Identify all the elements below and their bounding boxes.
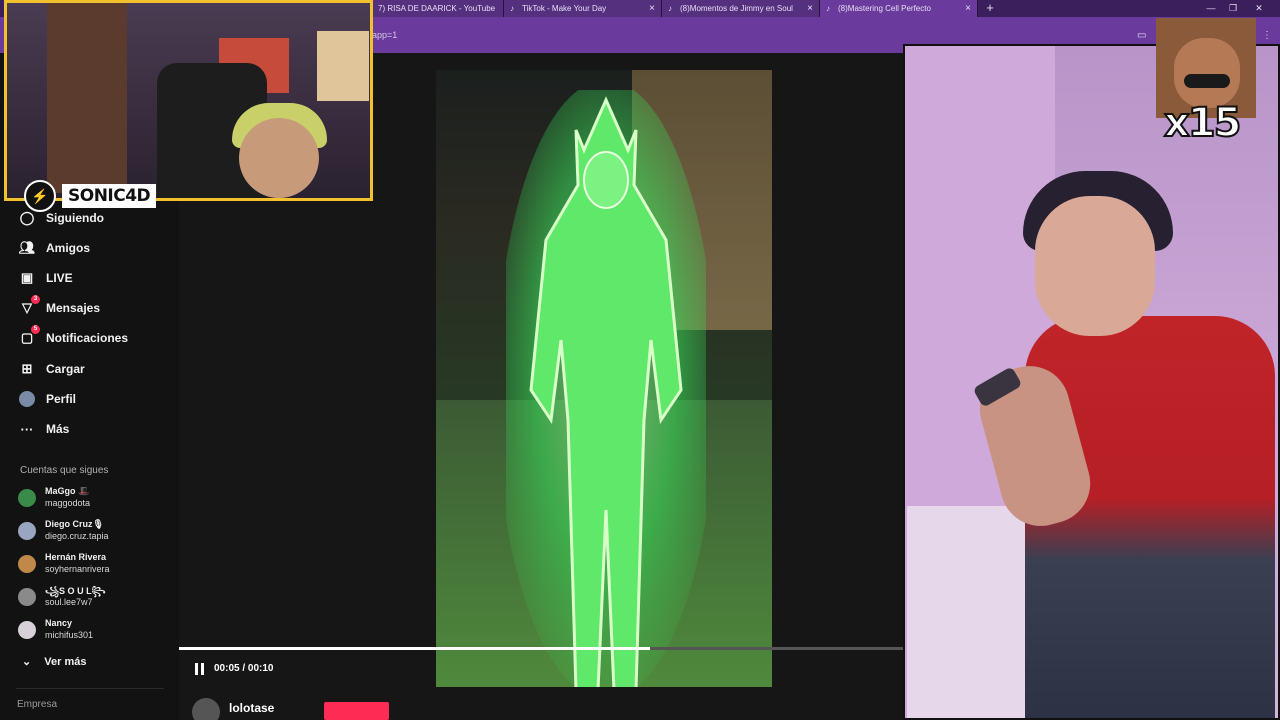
cast-icon[interactable]: ▭: [1137, 30, 1146, 41]
account-name: MaGgo 🎩: [45, 486, 90, 496]
following-section-title: Cuentas que sigues: [20, 465, 109, 476]
tiktok-icon: ♪: [668, 4, 672, 13]
webcam-overlay: [4, 0, 373, 201]
sidebar-item-label: Más: [46, 422, 70, 436]
cam-poster: [317, 31, 369, 101]
messages-icon: ▽ 3: [18, 295, 40, 317]
streamer-name: SONIC4D: [62, 184, 157, 208]
account-handle: soyhernanrivera: [45, 564, 110, 574]
account-handle: maggodota: [45, 498, 91, 508]
tab-tiktok[interactable]: ♪ TikTok - Make Your Day ×: [504, 0, 662, 17]
tab-momentos[interactable]: ♪ (8)Momentos de Jimmy en Soul ×: [662, 0, 820, 17]
see-more-label: Ver más: [44, 656, 87, 668]
sidebar-item-label: LIVE: [46, 271, 73, 285]
reaction-person-head: [1035, 196, 1155, 336]
pause-icon[interactable]: [193, 662, 207, 676]
sidebar-item-more[interactable]: ··· Más: [18, 419, 70, 439]
lightning-logo-icon: ⚡: [24, 180, 56, 212]
reaction-shelf: [907, 506, 1037, 718]
following-account[interactable]: MaGgo 🎩 maggodota: [18, 486, 168, 514]
restore-icon[interactable]: ❐: [1222, 0, 1244, 17]
tab-youtube[interactable]: 7) RISA DE DAARICK - YouTube: [372, 0, 504, 17]
sidebar-item-label: Cargar: [46, 362, 85, 376]
close-window-icon[interactable]: ✕: [1248, 0, 1270, 17]
tab-title: TikTok - Make Your Day: [522, 4, 607, 13]
account-name: Hernán Rivera: [45, 552, 107, 562]
tiktok-icon: ♪: [826, 4, 830, 13]
sidebar-item-friends[interactable]: 👥︎ Amigos: [18, 238, 90, 258]
progress-fill: [179, 647, 650, 650]
company-link[interactable]: Empresa: [17, 699, 57, 710]
streamer-brand: ⚡ SONIC4D: [24, 180, 157, 212]
video-player[interactable]: [436, 70, 772, 687]
following-account[interactable]: Diego Cruz🎙 diego.cruz.tapia: [18, 519, 168, 547]
sidebar-item-label: Perfil: [46, 392, 77, 406]
see-more-button[interactable]: ⌄ Ver más: [22, 655, 86, 668]
sidebar-item-upload[interactable]: ⊞ Cargar: [18, 359, 85, 379]
notifications-badge: 5: [31, 325, 40, 334]
account-handle: michifus301: [45, 630, 94, 640]
meme-face: [1174, 38, 1240, 108]
glowing-figure-image: [506, 90, 706, 687]
following-account[interactable]: Nancy michifus301: [18, 618, 168, 646]
menu-kebab-icon[interactable]: ⋮: [1262, 30, 1272, 41]
close-tab-icon[interactable]: ×: [649, 0, 655, 17]
avatar: [18, 489, 36, 507]
live-icon: ▣: [20, 270, 34, 285]
sidebar-item-label: Siguiendo: [46, 211, 104, 225]
avatar: [18, 522, 36, 540]
cam-face: [239, 118, 319, 198]
chevron-down-icon: ⌄: [22, 656, 32, 668]
sidebar-item-notifications[interactable]: ▢ 5 Notificaciones: [18, 325, 129, 348]
sidebar-item-label: Amigos: [46, 241, 91, 255]
author-avatar[interactable]: [192, 698, 220, 720]
following-account[interactable]: ꧁S O U L꧂ soul.lee7w7: [18, 585, 168, 613]
friends-icon: 👥︎: [18, 240, 36, 255]
meme-mustache: [1184, 74, 1230, 88]
sidebar-item-messages[interactable]: ▽ 3 Mensajes: [18, 295, 101, 318]
author-name[interactable]: lolotase: [229, 701, 274, 715]
multiplier-label: x15: [1163, 99, 1242, 147]
tab-title: (8)Mastering Cell Perfecto: [838, 4, 931, 13]
avatar: [18, 588, 36, 606]
new-tab-button[interactable]: +: [983, 0, 997, 17]
messages-badge: 3: [31, 295, 40, 304]
sidebar-item-label: Mensajes: [46, 301, 101, 315]
close-tab-icon[interactable]: ×: [965, 0, 971, 17]
account-name: Diego Cruz🎙: [45, 519, 104, 529]
avatar: [18, 555, 36, 573]
account-handle: diego.cruz.tapia: [45, 531, 109, 541]
account-handle: soul.lee7w7: [45, 597, 93, 607]
tab-title: 7) RISA DE DAARICK - YouTube: [378, 4, 496, 13]
sidebar-divider: [16, 688, 164, 689]
minimize-icon[interactable]: —: [1200, 0, 1222, 17]
sidebar-item-label: Notificaciones: [46, 331, 129, 345]
sidebar-item-live[interactable]: ▣ LIVE: [18, 268, 73, 288]
sidebar-item-profile[interactable]: Perfil: [18, 389, 76, 409]
tiktok-icon: ♪: [510, 4, 514, 13]
following-account[interactable]: Hernán Rivera soyhernanrivera: [18, 552, 168, 580]
more-icon: ···: [20, 421, 34, 437]
time-readout: 00:05 / 00:10: [214, 663, 274, 674]
account-name: Nancy: [45, 618, 73, 628]
close-tab-icon[interactable]: ×: [807, 0, 813, 17]
follow-button[interactable]: [324, 702, 389, 720]
url-text[interactable]: app=1: [372, 30, 397, 40]
cam-shelf: [47, 3, 127, 193]
profile-icon: [18, 390, 36, 408]
bell-icon: ▢ 5: [18, 325, 40, 347]
avatar: [18, 621, 36, 639]
tab-title: (8)Momentos de Jimmy en Soul: [680, 4, 793, 13]
tab-mastering-cell[interactable]: ♪ (8)Mastering Cell Perfecto ×: [820, 0, 978, 17]
upload-icon: ⊞: [21, 361, 33, 376]
